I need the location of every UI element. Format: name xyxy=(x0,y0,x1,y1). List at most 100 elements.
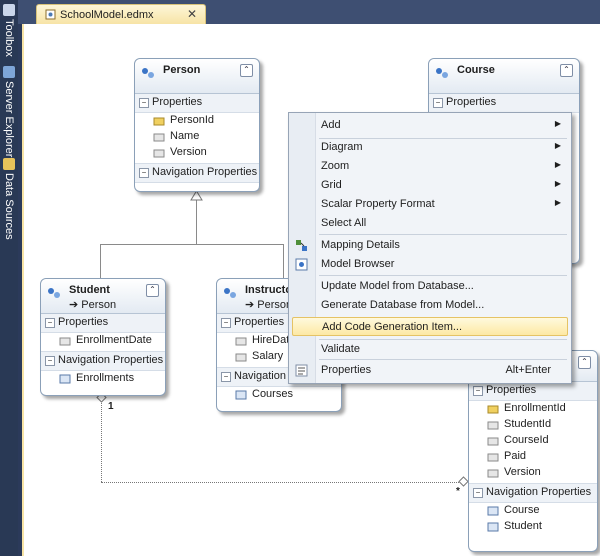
navigation-section[interactable]: − Navigation Properties xyxy=(135,163,259,183)
submenu-arrow-icon: ▶ xyxy=(554,198,561,207)
property-icon xyxy=(59,337,71,346)
menu-item-scalar-property-format[interactable]: Scalar Property Format ▶ xyxy=(289,195,571,214)
context-menu: Add ▶ Diagram ▶ Zoom ▶ Grid ▶ Scalar Propert… xyxy=(288,112,572,384)
menu-item-generate-database[interactable]: Generate Database from Model... xyxy=(289,296,571,315)
navigation-property-row[interactable]: Course xyxy=(469,503,597,519)
menu-item-properties[interactable]: Properties Alt+Enter xyxy=(289,361,571,380)
entity-type-icon xyxy=(224,288,236,298)
entity-name: Course xyxy=(457,64,495,76)
submenu-arrow-icon: ▶ xyxy=(554,119,561,128)
navigation-property-icon xyxy=(487,522,499,532)
collapse-section-icon[interactable]: − xyxy=(45,356,55,366)
navigation-section[interactable]: − Navigation Properties xyxy=(41,351,165,371)
properties-section[interactable]: − Properties xyxy=(429,94,579,113)
entity-type-icon xyxy=(436,68,448,78)
mapping-details-icon xyxy=(296,240,307,251)
menu-item-diagram[interactable]: Diagram ▶ xyxy=(289,138,571,157)
entity-type-icon xyxy=(142,68,154,78)
submenu-arrow-icon: ▶ xyxy=(554,179,561,188)
submenu-arrow-icon: ▶ xyxy=(554,141,561,150)
property-row[interactable]: Version xyxy=(469,465,597,481)
association-line xyxy=(101,482,463,483)
tab-title: SchoolModel.edmx xyxy=(60,8,154,21)
toolbox-icon xyxy=(3,4,15,16)
collapse-section-icon[interactable]: − xyxy=(433,98,443,108)
properties-section[interactable]: − Properties xyxy=(469,382,597,401)
menu-separator xyxy=(319,275,567,276)
server-explorer-icon xyxy=(3,66,15,78)
navigation-property-row[interactable]: Courses xyxy=(217,387,341,403)
inheritance-line xyxy=(196,200,197,244)
entity-name: Student xyxy=(69,284,110,296)
property-icon xyxy=(235,337,247,346)
key-property-icon xyxy=(487,405,499,414)
menu-item-grid[interactable]: Grid ▶ xyxy=(289,176,571,195)
menu-item-update-model[interactable]: Update Model from Database... xyxy=(289,277,571,296)
collapse-icon[interactable]: ⌃ xyxy=(578,356,591,369)
entity-type-icon xyxy=(48,288,60,298)
property-row[interactable]: EnrollmentDate xyxy=(41,333,165,349)
collapse-section-icon[interactable]: − xyxy=(45,318,55,328)
inheritance-line xyxy=(283,244,284,278)
server-explorer-tab[interactable]: Server Explorer xyxy=(1,66,17,157)
toolbox-tab[interactable]: Toolbox xyxy=(1,4,17,57)
multiplicity-many: * xyxy=(456,486,460,497)
property-row[interactable]: PersonId xyxy=(135,113,259,129)
multiplicity-one: 1 xyxy=(108,401,114,412)
navigation-property-icon xyxy=(487,506,499,516)
data-sources-tab[interactable]: Data Sources xyxy=(1,158,17,240)
entity-name: Person xyxy=(163,64,201,76)
data-sources-icon xyxy=(3,158,15,170)
entity-student[interactable]: Student ➔ Person ⌃ − Properties Enrollmen… xyxy=(40,278,166,396)
tab-schoolmodel[interactable]: SchoolModel.edmx ✕ xyxy=(36,4,206,24)
menu-item-mapping-details[interactable]: Mapping Details xyxy=(289,236,571,255)
collapse-section-icon[interactable]: − xyxy=(473,488,483,498)
menu-item-add-code-generation[interactable]: Add Code Generation Item... xyxy=(292,317,568,336)
key-property-icon xyxy=(153,117,165,126)
collapse-section-icon[interactable]: − xyxy=(139,98,149,108)
properties-section[interactable]: − Properties xyxy=(135,94,259,113)
properties-section[interactable]: − Properties xyxy=(41,314,165,333)
collapse-section-icon[interactable]: − xyxy=(473,386,483,396)
collapse-icon[interactable]: ⌃ xyxy=(240,64,253,77)
menu-item-zoom[interactable]: Zoom ▶ xyxy=(289,157,571,176)
submenu-arrow-icon: ▶ xyxy=(554,160,561,169)
menu-item-add[interactable]: Add ▶ xyxy=(289,116,571,135)
property-row[interactable]: StudentId xyxy=(469,417,597,433)
navigation-property-row[interactable]: Student xyxy=(469,519,597,535)
menu-item-select-all[interactable]: Select All xyxy=(289,214,571,233)
toolbox-label: Toolbox xyxy=(3,19,15,57)
collapse-section-icon[interactable]: − xyxy=(221,372,231,382)
navigation-property-icon xyxy=(59,374,71,384)
inheritance-line xyxy=(100,244,284,245)
entity-header: Student ➔ Person ⌃ xyxy=(41,279,165,314)
navigation-property-row[interactable]: Enrollments xyxy=(41,371,165,387)
property-icon xyxy=(487,421,499,430)
property-row[interactable]: Paid xyxy=(469,449,597,465)
property-row[interactable]: Name xyxy=(135,129,259,145)
entity-header: Course ⌃ xyxy=(429,59,579,94)
property-icon xyxy=(487,469,499,478)
navigation-property-icon xyxy=(235,390,247,400)
edmx-file-icon xyxy=(45,9,56,20)
property-icon xyxy=(487,453,499,462)
base-type: ➔ Person xyxy=(245,299,293,311)
collapse-section-icon[interactable]: − xyxy=(221,318,231,328)
close-icon[interactable]: ✕ xyxy=(187,7,197,21)
collapse-icon[interactable]: ⌃ xyxy=(560,64,573,77)
model-browser-icon xyxy=(295,258,308,271)
navigation-section[interactable]: − Navigation Properties xyxy=(469,483,597,503)
document-tabstrip: SchoolModel.edmx ✕ xyxy=(18,0,600,24)
collapse-section-icon[interactable]: − xyxy=(139,168,149,178)
collapse-icon[interactable]: ⌃ xyxy=(146,284,159,297)
shortcut-text: Alt+Enter xyxy=(505,364,551,376)
property-row[interactable]: EnrollmentId xyxy=(469,401,597,417)
server-explorer-label: Server Explorer xyxy=(3,81,15,158)
menu-separator xyxy=(319,234,567,235)
menu-item-validate[interactable]: Validate xyxy=(289,340,571,359)
property-row[interactable]: Version xyxy=(135,145,259,161)
property-row[interactable]: CourseId xyxy=(469,433,597,449)
menu-item-model-browser[interactable]: Model Browser xyxy=(289,255,571,274)
inheritance-line xyxy=(100,244,101,278)
entity-person[interactable]: Person ⌃ − Properties PersonId Name Versi… xyxy=(134,58,260,192)
